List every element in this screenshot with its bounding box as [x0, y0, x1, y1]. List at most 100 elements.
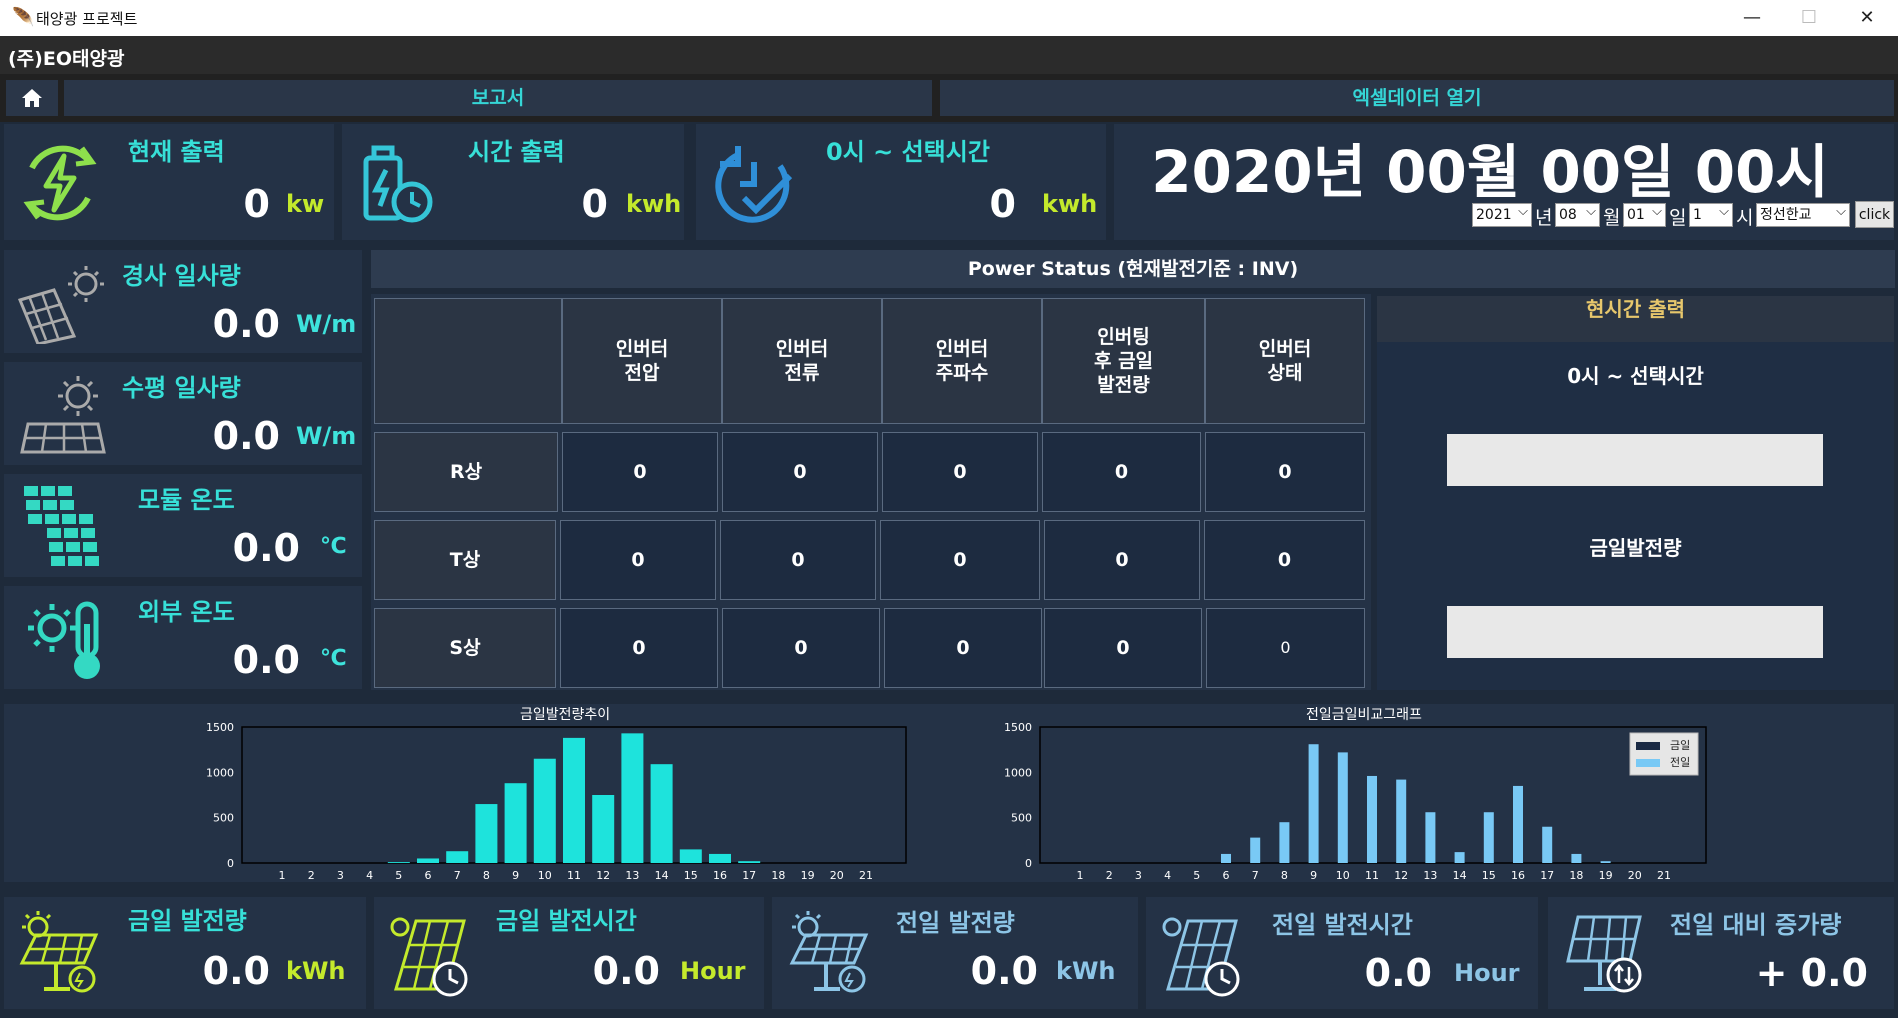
x-tick-label: 7 [1252, 869, 1259, 882]
card-value: 0.0 [1364, 951, 1432, 995]
day-label: 일 [1669, 207, 1687, 229]
horizontal-irradiance-card: 수평 일사량 0.0 W/m [4, 362, 362, 465]
card-title: 금일 발전시간 [496, 907, 637, 935]
chart-bar [1367, 775, 1377, 863]
month-label: 월 [1603, 207, 1621, 229]
chart-bar [1600, 861, 1611, 863]
x-tick-label: 13 [1423, 869, 1437, 882]
solar-module-icon [24, 486, 99, 566]
window-title: 태양광 프로젝트 [36, 10, 138, 28]
card-unit: kWh [1056, 957, 1116, 985]
x-tick-label: 5 [1193, 869, 1200, 882]
card-unit: kWh [286, 957, 346, 985]
x-tick-label: 1 [279, 869, 286, 882]
table-cell: 0 [562, 432, 718, 512]
x-tick-label: 14 [655, 869, 669, 882]
today-generation-card: 금일 발전량 0.0 kWh [4, 897, 366, 1009]
table-cell: 0 [722, 432, 878, 512]
legend-label: 금일 [1670, 738, 1690, 752]
x-tick-label: 8 [483, 869, 490, 882]
x-tick-label: 21 [1657, 869, 1671, 882]
solar-panel-gear-icon [19, 911, 99, 993]
card-title: 현재 출력 [128, 138, 225, 166]
table-cell: 0 [1205, 432, 1365, 512]
chart-bar [1571, 853, 1582, 863]
solar-panel-gear-icon [789, 911, 869, 993]
report-button[interactable]: 보고서 [64, 80, 932, 116]
x-tick-label: 15 [1482, 869, 1496, 882]
x-tick-label: 6 [425, 869, 432, 882]
click-button[interactable]: click [1855, 201, 1894, 228]
card-title: 외부 온도 [138, 598, 235, 626]
maximize-button[interactable]: ☐ [1784, 4, 1834, 32]
card-value: 0.0 [212, 302, 280, 346]
x-tick-label: 4 [366, 869, 373, 882]
column-header: 인버터 상태 [1205, 298, 1365, 424]
chart-bar [533, 758, 556, 863]
x-tick-label: 6 [1223, 869, 1230, 882]
close-button[interactable]: ✕ [1842, 4, 1892, 32]
card-value: 0.0 [970, 949, 1038, 993]
yesterday-hours-card: 전일 발전시간 0.0 Hour [1146, 897, 1538, 1009]
table-cell: 0 [882, 432, 1038, 512]
increase-card: 전일 대비 증가량 + 0.0 [1548, 897, 1894, 1009]
site-select[interactable]: 정선한교 [1756, 201, 1850, 227]
chart-bar [592, 795, 615, 863]
hour-label: 시 [1736, 207, 1754, 229]
x-tick-label: 4 [1164, 869, 1171, 882]
chart-bar [1250, 837, 1261, 863]
chart-bar [1542, 826, 1553, 863]
chart-bar [738, 861, 761, 863]
x-tick-label: 20 [1628, 869, 1642, 882]
table-cell: 0 [560, 520, 716, 600]
x-tick-label: 12 [1394, 869, 1408, 882]
chart-bar [1279, 822, 1290, 863]
chart-bar [417, 858, 439, 863]
yesterday-generation-card: 전일 발전량 0.0 kWh [772, 897, 1138, 1009]
home-button[interactable] [6, 80, 58, 116]
table-corner [374, 298, 562, 424]
x-tick-label: 15 [684, 869, 698, 882]
day-select[interactable]: 01 [1623, 201, 1666, 227]
chart-bar [563, 737, 585, 863]
feather-icon: 🪶 [12, 7, 35, 28]
table-cell: 0 [880, 520, 1040, 600]
datetime-display: 2020년 00월 00일 00시 [1151, 138, 1829, 206]
card-title: 0시 ~ 선택시간 [826, 138, 990, 166]
x-tick-label: 10 [1336, 869, 1350, 882]
table-cell: 0 [1044, 520, 1200, 600]
x-tick-label: 12 [596, 869, 610, 882]
refresh-check-icon [715, 146, 793, 223]
minimize-button[interactable]: — [1727, 4, 1777, 32]
month-select[interactable]: 08 [1555, 201, 1600, 227]
column-header: 인버터 전압 [562, 298, 722, 424]
x-tick-label: 19 [1599, 869, 1613, 882]
card-title: 전일 대비 증가량 [1670, 911, 1842, 939]
x-tick-label: 10 [538, 869, 552, 882]
card-unit: kwh [626, 190, 682, 218]
today-hours-card: 금일 발전시간 0.0 Hour [374, 897, 764, 1009]
card-title: 전일 발전시간 [1272, 911, 1413, 939]
module-temp-card: 모듈 온도 0.0 ℃ [4, 474, 362, 577]
today-generation-chart: 0500100015001 2 3 4 5 6 7 8 9 10 11 12 13 14 15 16 17 18 1… [206, 721, 907, 882]
hour-select[interactable]: 1 [1689, 201, 1733, 227]
hour-output-card: 시간 출력 0 kwh [342, 124, 684, 240]
x-tick-label: 19 [801, 869, 815, 882]
chart-bar [650, 764, 673, 863]
card-value: 0.0 [232, 526, 300, 570]
solar-panel-updown-icon [1566, 915, 1642, 993]
solar-panel-clock-icon [1162, 917, 1240, 997]
year-select[interactable]: 2021 [1472, 201, 1532, 227]
card-unit: kwh [1042, 190, 1098, 218]
selected-time-card: 0시 ~ 선택시간 0 kwh [696, 124, 1106, 240]
realtime-output-panel: 현시간 출력 0시 ~ 선택시간 금일발전량 [1377, 296, 1894, 690]
chart-bar [1396, 779, 1407, 863]
excel-open-button[interactable]: 엑셀데이터 열기 [940, 80, 1894, 116]
chart-bar [621, 733, 644, 863]
column-header: 인버팅 후 금일 발전량 [1042, 298, 1205, 424]
card-value: 0.0 [202, 949, 270, 993]
card-unit: Hour [680, 957, 746, 985]
card-value: 0 [243, 182, 270, 226]
card-title: 전일 발전량 [896, 909, 1015, 937]
card-unit: W/m [296, 422, 357, 450]
